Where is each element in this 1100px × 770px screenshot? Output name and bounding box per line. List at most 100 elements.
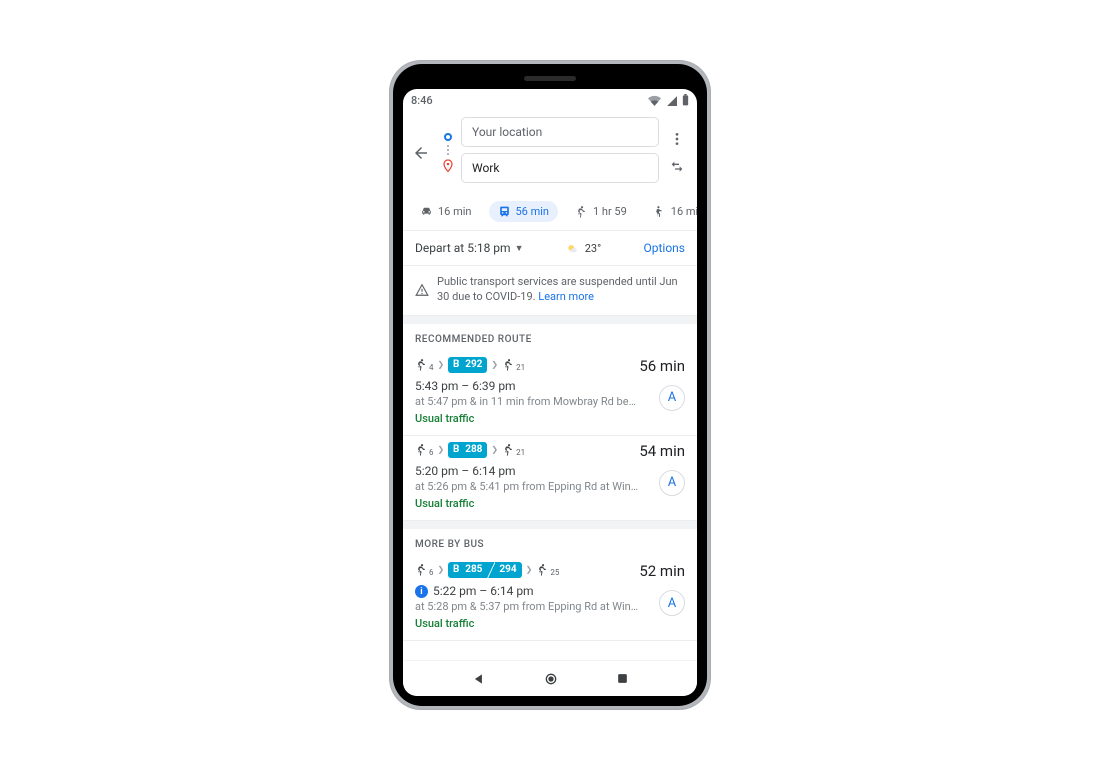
bus-route-number: 288 [461,444,487,455]
weather-temp: 23° [585,242,601,255]
weather-chip: 23° [566,241,601,255]
walk-icon [502,443,515,456]
chevron-right-icon: ❯ [526,565,533,574]
route-traffic-status: Usual traffic [415,412,685,425]
phone-frame-outer: 8:46 [389,60,711,710]
phone-frame-inner: 8:46 [393,64,707,706]
directions-header: Your location Work [403,111,697,195]
walk-leg: 25 [536,563,559,576]
back-button[interactable] [407,139,435,167]
chevron-down-icon: ▼ [515,243,524,254]
service-alert-text: Public transport services are suspended … [437,275,685,305]
maps-transit-app: Your location Work [403,111,697,660]
phone-speaker [524,76,576,81]
bus-route-number: 285 [461,564,487,575]
route-endpoints-icon [439,133,457,173]
walk-minutes: 6 [429,448,434,457]
cell-signal-icon [666,95,677,106]
walk-leg: 6 [415,563,434,576]
battery-icon [682,94,689,106]
route-card[interactable]: 6 ❯ B 288 ❯ 21 54 min 5:20 pm – 6:14 pm … [403,436,697,521]
walk-leg: 6 [415,443,434,456]
chevron-right-icon: ❯ [438,360,445,369]
screen: 8:46 [403,89,697,696]
walk-icon [415,358,428,371]
accessibility-badge[interactable]: A [659,470,685,496]
mode-tab-walk[interactable]: 1 hr 59 [566,201,636,222]
android-status-bar: 8:46 [403,89,697,111]
walk-minutes: 6 [429,568,434,577]
mode-transit-time: 56 min [516,205,550,218]
stage: 8:46 [0,0,1100,770]
route-duration: 54 min [639,442,685,460]
mode-tab-car[interactable]: 16 min [411,201,481,222]
chevron-right-icon: ❯ [438,565,445,574]
chevron-right-icon: ❯ [491,445,498,454]
route-inputs: Your location Work [461,117,659,189]
walk-icon [415,443,428,456]
service-alert: Public transport services are suspended … [403,266,697,316]
nav-back-icon[interactable] [472,672,486,686]
destination-field[interactable]: Work [461,153,659,183]
bus-route-number: 292 [461,359,487,370]
car-icon [420,205,433,218]
travel-mode-tabs: 16 min 56 min 1 hr 59 [403,195,697,230]
weather-icon [566,241,580,255]
walk-leg: 21 [502,443,525,456]
accessibility-badge[interactable]: A [659,590,685,616]
recommended-route-heading: RECOMMENDED ROUTE [403,324,697,351]
walk-minutes: 4 [429,363,434,372]
bus-route-chip: B 292 [448,357,487,373]
walk-leg: 4 [415,358,434,371]
destination-field-text: Work [472,161,499,175]
route-traffic-status: Usual traffic [415,617,685,630]
status-time: 8:46 [411,94,433,107]
origin-dot-icon [444,133,452,141]
warning-icon [415,275,429,305]
route-card[interactable]: 4 ❯ B 292 ❯ 21 56 min 5:43 pm – 6:39 pm … [403,351,697,436]
walk-minutes: 21 [516,363,525,372]
mode-rideshare-time: 16 mi [671,205,697,218]
rideshare-icon [653,205,666,218]
nav-home-icon[interactable] [543,671,559,687]
walk-icon [415,563,428,576]
transit-subbar: Depart at 5:18 pm ▼ 23° [403,230,697,266]
mode-tab-rideshare[interactable]: 16 mi [644,201,697,222]
route-times: i5:22 pm – 6:14 pm [415,584,685,598]
walk-minutes: 21 [516,448,525,457]
accessibility-badge[interactable]: A [659,385,685,411]
walk-minutes: 25 [550,568,559,577]
mode-tab-transit[interactable]: 56 min [489,201,559,222]
route-duration: 52 min [639,562,685,580]
section-gap [403,316,697,324]
bus-route-number: 294 [495,564,521,575]
section-gap [403,521,697,529]
mode-car-time: 16 min [438,205,472,218]
bus-route-chip: B 285 294 [448,562,521,578]
nav-recents-icon[interactable] [616,672,629,685]
walk-icon [536,563,549,576]
route-departure-note: at 5:28 pm & 5:37 pm from Epping Rd at W… [415,600,685,613]
route-card[interactable]: 6 ❯ B 285 294 ❯ 25 52 min i5:22 pm – 6:1… [403,556,697,641]
more-options-button[interactable] [663,125,691,153]
bus-route-chip: B 288 [448,442,487,458]
chevron-right-icon: ❯ [438,445,445,454]
depart-time-selector[interactable]: Depart at 5:18 pm ▼ [415,241,524,255]
route-times: 5:43 pm – 6:39 pm [415,379,685,393]
info-badge-icon: i [415,585,428,598]
origin-field-text: Your location [472,125,542,139]
walk-icon [502,358,515,371]
route-duration: 56 min [639,357,685,375]
origin-field[interactable]: Your location [461,117,659,147]
routes-list: 4 ❯ B 292 ❯ 21 56 min 5:43 pm – 6:39 pm … [403,351,697,641]
swap-endpoints-button[interactable] [663,153,691,181]
route-times: 5:20 pm – 6:14 pm [415,464,685,478]
learn-more-link[interactable]: Learn more [538,290,594,303]
route-departure-note: at 5:26 pm & 5:41 pm from Epping Rd at W… [415,480,685,493]
route-traffic-status: Usual traffic [415,497,685,510]
wifi-icon [648,95,661,106]
bus-route-separator-icon [487,562,495,578]
android-navigation-bar [403,660,697,696]
transit-options-link[interactable]: Options [643,241,685,255]
mode-walk-time: 1 hr 59 [593,205,627,218]
